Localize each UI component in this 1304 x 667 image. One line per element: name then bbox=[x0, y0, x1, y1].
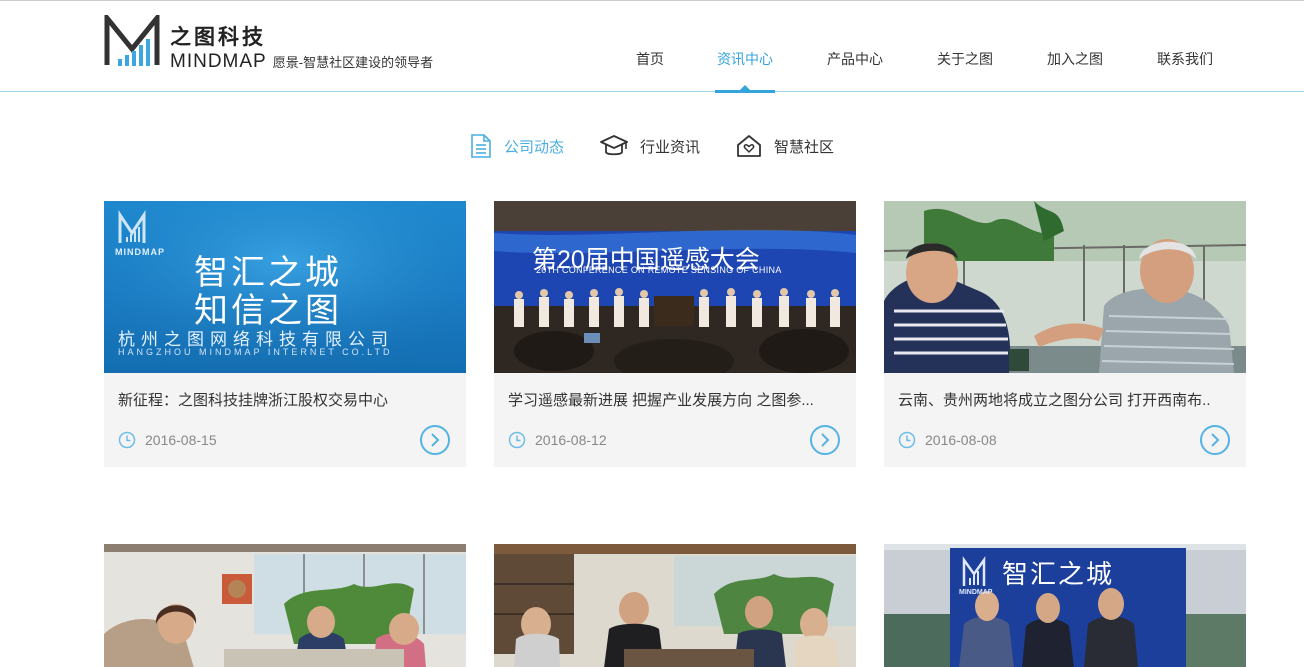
news-card[interactable]: 云南、贵州两地将成立之图分公司 打开西南布.. 2016-08-08 bbox=[884, 201, 1246, 467]
chevron-right-icon bbox=[431, 433, 440, 447]
news-card-date: 2016-08-12 bbox=[508, 431, 607, 449]
nav-home[interactable]: 首页 bbox=[610, 1, 690, 93]
meeting-photo bbox=[884, 201, 1246, 373]
chevron-right-icon bbox=[1211, 433, 1220, 447]
news-category-tabs: 公司动态 行业资讯 智慧社区 bbox=[0, 130, 1304, 162]
office-meeting-photo bbox=[494, 544, 856, 667]
nav-product-center[interactable]: 产品中心 bbox=[825, 1, 885, 93]
nav-join[interactable]: 加入之图 bbox=[1045, 1, 1105, 93]
news-card-image[interactable] bbox=[494, 544, 856, 667]
read-more-button[interactable] bbox=[1200, 425, 1230, 455]
news-card-title[interactable]: 新征程：之图科技挂牌浙江股权交易中心 bbox=[118, 389, 448, 410]
read-more-button[interactable] bbox=[810, 425, 840, 455]
conference-banner-subtitle: 20TH CONFERENCE ON REMOTE SENSING OF CHI… bbox=[536, 265, 782, 275]
news-card-image[interactable]: 第20届中国遥感大会 20TH CONFERENCE ON REMOTE SEN… bbox=[494, 201, 856, 373]
clock-icon bbox=[508, 431, 526, 449]
news-card-title[interactable]: 学习遥感最新进展 把握产业发展方向 之图参... bbox=[508, 389, 838, 410]
news-card-date: 2016-08-15 bbox=[118, 431, 217, 449]
meeting-room-photo bbox=[104, 544, 466, 667]
tab-industry-news-label: 行业资讯 bbox=[639, 138, 700, 156]
nav-about[interactable]: 关于之图 bbox=[935, 1, 995, 93]
read-more-button[interactable] bbox=[420, 425, 450, 455]
brand-name-cn: 之图科技 bbox=[170, 26, 266, 49]
news-card[interactable]: 第20届中国遥感大会 20TH CONFERENCE ON REMOTE SEN… bbox=[494, 201, 856, 467]
main-nav: 首页 资讯中心 产品中心 关于之图 加入之图 联系我们 bbox=[610, 1, 1215, 93]
home-heart-icon bbox=[737, 135, 761, 157]
team-wall-logo-text: MINDMAP bbox=[959, 589, 993, 596]
news-card-image[interactable] bbox=[104, 544, 466, 667]
tab-industry-news[interactable]: 行业资讯 bbox=[600, 130, 700, 162]
tab-smart-community[interactable]: 智慧社区 bbox=[736, 130, 834, 162]
team-wall-text: 智汇之城 bbox=[1002, 559, 1115, 589]
clock-icon bbox=[118, 431, 136, 449]
site-header: 之图科技 MINDMAP 愿景-智慧社区建设的领导者 首页 资讯中心 产品中心 … bbox=[0, 0, 1304, 93]
graduation-cap-icon bbox=[600, 135, 628, 156]
brand-slogan: 愿景-智慧社区建设的领导者 bbox=[272, 55, 434, 70]
news-card-date-text: 2016-08-15 bbox=[145, 432, 217, 448]
news-card-date-text: 2016-08-12 bbox=[535, 432, 607, 448]
news-card-title[interactable]: 云南、贵州两地将成立之图分公司 打开西南布.. bbox=[898, 389, 1228, 410]
nav-news-center[interactable]: 资讯中心 bbox=[715, 1, 775, 93]
banner-company-en: HANGZHOU MINDMAP INTERNET CO.LTD bbox=[118, 347, 393, 357]
tab-company-news-label: 公司动态 bbox=[503, 138, 564, 156]
conference-photo bbox=[494, 201, 856, 373]
brand-logo[interactable]: 之图科技 MINDMAP 愿景-智慧社区建设的领导者 bbox=[104, 15, 433, 73]
brand-name-en: MINDMAP bbox=[170, 51, 267, 72]
news-card-image[interactable]: MINDMAP 智汇之城 bbox=[884, 544, 1246, 667]
news-card-date-text: 2016-08-08 bbox=[925, 432, 997, 448]
news-card-date: 2016-08-08 bbox=[898, 431, 997, 449]
document-icon bbox=[471, 134, 491, 158]
news-card-image[interactable] bbox=[884, 201, 1246, 373]
tab-smart-community-label: 智慧社区 bbox=[774, 138, 835, 156]
chevron-right-icon bbox=[821, 433, 830, 447]
mindmap-logo-icon bbox=[104, 15, 160, 66]
clock-icon bbox=[898, 431, 916, 449]
news-card-image[interactable]: MINDMAP 智汇之城 知信之图 杭州之图网络科技有限公司 HANGZHOU … bbox=[104, 201, 466, 373]
news-card[interactable]: MINDMAP 智汇之城 知信之图 杭州之图网络科技有限公司 HANGZHOU … bbox=[104, 201, 466, 467]
nav-contact[interactable]: 联系我们 bbox=[1155, 1, 1215, 93]
banner-logo-text: MINDMAP bbox=[115, 247, 165, 257]
tab-company-news[interactable]: 公司动态 bbox=[470, 130, 564, 162]
